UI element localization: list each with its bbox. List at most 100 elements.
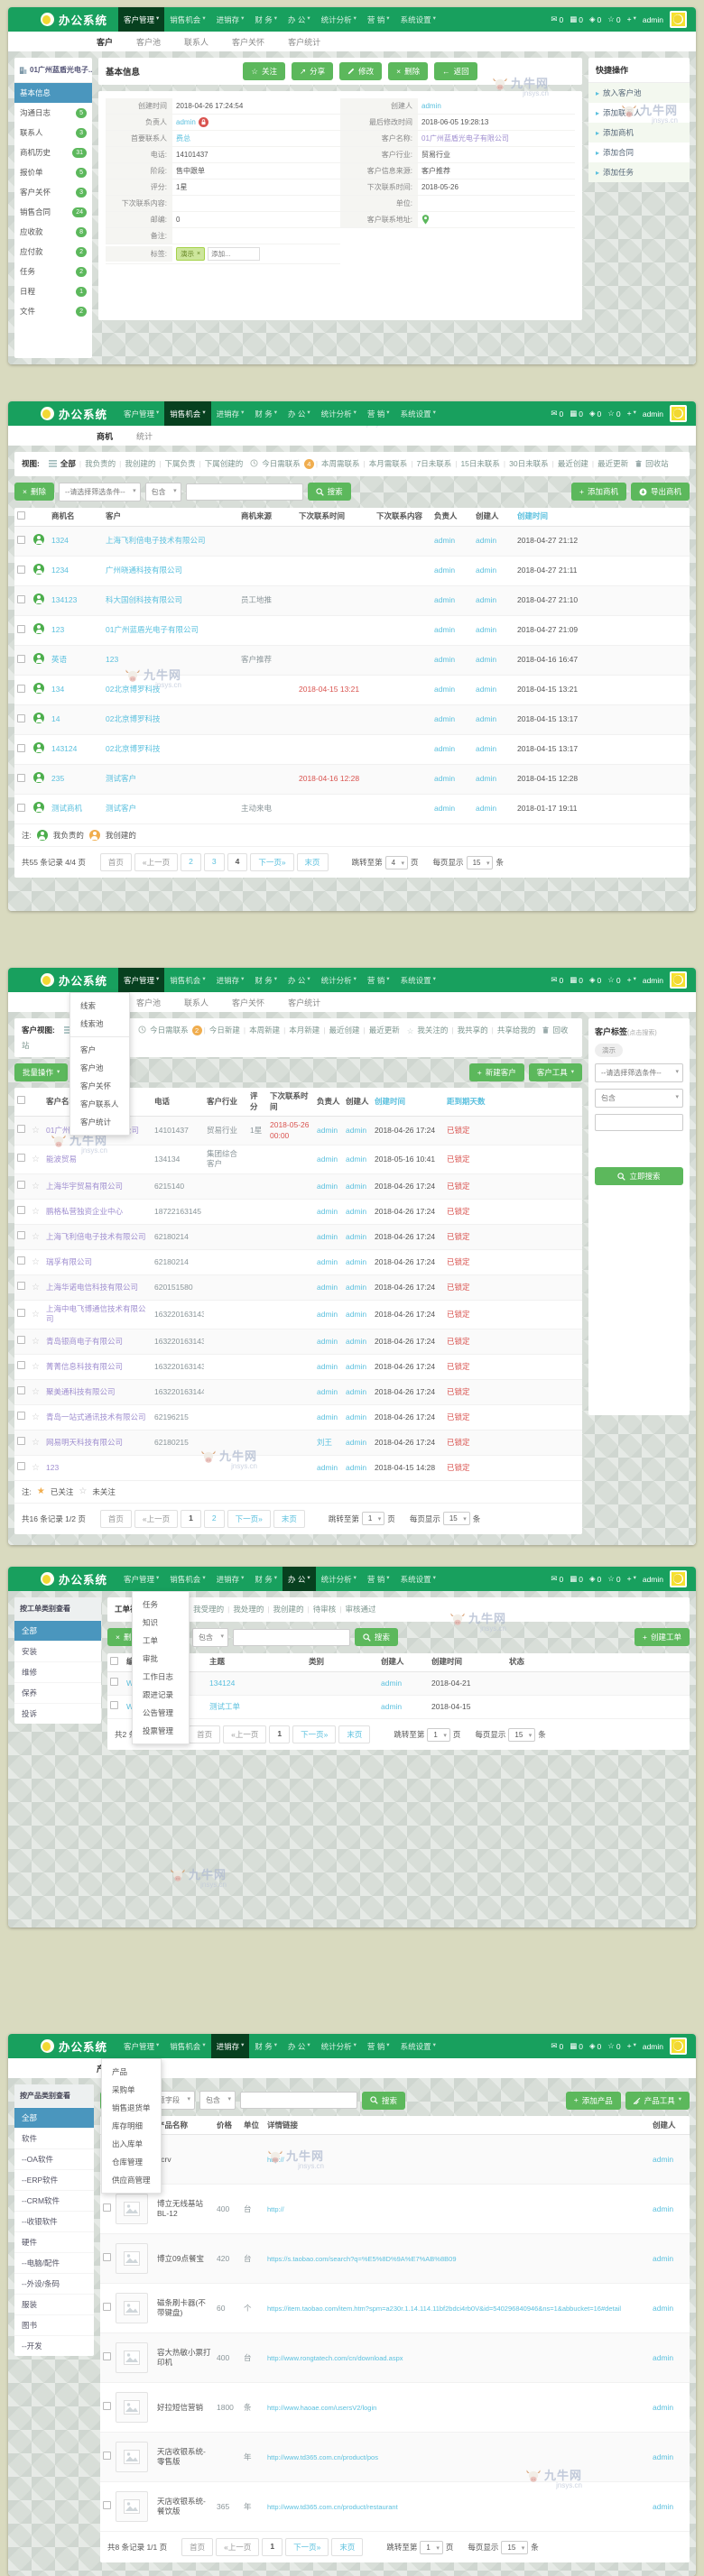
per-page-select[interactable]: 15 bbox=[501, 2541, 528, 2554]
cell-link[interactable]: 143124 bbox=[51, 744, 77, 753]
nav-item-7[interactable]: 系统设置▾ bbox=[395, 2034, 441, 2058]
cell-link[interactable]: admin bbox=[346, 1463, 366, 1472]
cell-link[interactable]: admin bbox=[346, 1412, 366, 1421]
add-button[interactable]: +添加产品 bbox=[566, 2092, 621, 2110]
category-item[interactable]: 保养 bbox=[14, 1682, 101, 1703]
view-link[interactable]: 我关注的 bbox=[415, 1026, 449, 1035]
nav-item-0[interactable]: 客户管理▾ bbox=[118, 2034, 164, 2058]
nav-item-3[interactable]: 财 务▾ bbox=[249, 1567, 283, 1591]
view-link[interactable]: 回收站 bbox=[644, 459, 671, 468]
page-number-button[interactable]: 3 bbox=[204, 853, 225, 871]
nav-item-5[interactable]: 统计分析▾ bbox=[316, 401, 362, 426]
nav-item-6[interactable]: 营 销▾ bbox=[362, 2034, 395, 2058]
row-checkbox[interactable] bbox=[103, 2253, 111, 2261]
cell-link[interactable]: admin bbox=[653, 2452, 673, 2461]
nav-item-5[interactable]: 统计分析▾ bbox=[316, 2034, 362, 2058]
row-checkbox[interactable] bbox=[17, 1125, 25, 1133]
nav-item-3[interactable]: 财 务▾ bbox=[249, 7, 283, 32]
dropdown-menu-item[interactable]: 销售退货单 bbox=[102, 2099, 161, 2117]
cell-link[interactable]: 英语 bbox=[51, 655, 67, 664]
status-mail[interactable]: ✉0 bbox=[551, 2042, 563, 2051]
add-menu[interactable]: +▾ bbox=[627, 1575, 636, 1583]
search-input[interactable] bbox=[186, 483, 303, 501]
dropdown-menu-item[interactable]: 客户 bbox=[70, 1041, 129, 1059]
cell-link[interactable]: admin bbox=[317, 1362, 338, 1371]
cell-link[interactable]: 235 bbox=[51, 774, 64, 783]
status-calendar[interactable]: ▦0 bbox=[570, 976, 583, 985]
view-link[interactable]: 30日未联系 bbox=[507, 459, 550, 468]
tag-chip[interactable]: 演示× bbox=[176, 247, 205, 261]
action-back-button[interactable]: ←返回 bbox=[434, 62, 477, 80]
status-calendar[interactable]: ▦0 bbox=[570, 15, 583, 24]
nav-item-1[interactable]: 销售机会▾ bbox=[164, 2034, 210, 2058]
next-page-button[interactable]: 下一页» bbox=[285, 2538, 329, 2556]
view-link[interactable]: 本周需联系 bbox=[320, 459, 362, 468]
subnav-item[interactable]: 商机 bbox=[97, 430, 113, 442]
filter-select[interactable]: 包含 bbox=[199, 2091, 236, 2110]
nav-item-4[interactable]: 办 公▾ bbox=[283, 1567, 316, 1591]
field-text[interactable]: 01广州蓝盾光电子有限公司 bbox=[421, 133, 509, 143]
dropdown-menu-item[interactable]: 工单 bbox=[133, 1632, 189, 1650]
cell-link[interactable]: admin bbox=[317, 1232, 338, 1241]
search-now-button[interactable]: 立即搜索 bbox=[595, 1167, 683, 1185]
cell-link[interactable]: admin bbox=[346, 1155, 366, 1164]
cell-link[interactable]: admin bbox=[476, 655, 496, 664]
row-checkbox[interactable] bbox=[17, 1309, 25, 1317]
cell-link[interactable]: 菁菁信息科技有限公司 bbox=[46, 1362, 123, 1371]
sidebar-item[interactable]: 报价单5 bbox=[14, 162, 92, 182]
jump-page-select[interactable]: 1 bbox=[427, 1728, 449, 1742]
dropdown-menu-item[interactable]: 知识 bbox=[133, 1614, 189, 1632]
view-link[interactable]: 今日需联系 bbox=[260, 459, 302, 468]
row-checkbox[interactable] bbox=[103, 2352, 111, 2360]
cell-link[interactable]: http:// bbox=[267, 2205, 284, 2213]
row-checkbox[interactable] bbox=[17, 1386, 25, 1394]
status-mail[interactable]: ✉0 bbox=[551, 1575, 563, 1584]
per-page-select[interactable]: 15 bbox=[508, 1728, 535, 1742]
filter-select[interactable]: 包含 bbox=[192, 1628, 228, 1647]
category-item[interactable]: 全部 bbox=[14, 2107, 94, 2128]
cell-link[interactable]: http://www.rongtatech.com/cn/download.as… bbox=[267, 2354, 403, 2362]
cell-link[interactable]: admin bbox=[346, 1207, 366, 1216]
cell-link[interactable]: admin bbox=[381, 1702, 402, 1711]
nav-item-0[interactable]: 客户管理▾ bbox=[118, 968, 164, 992]
cell-link[interactable]: admin bbox=[346, 1310, 366, 1319]
row-checkbox[interactable] bbox=[17, 714, 25, 722]
cell-link[interactable]: admin bbox=[476, 714, 496, 723]
sidebar-item[interactable]: 应付款2 bbox=[14, 242, 92, 262]
cell-link[interactable]: admin bbox=[653, 2254, 673, 2263]
search-button[interactable]: 搜索 bbox=[355, 1628, 398, 1646]
cell-link[interactable]: admin bbox=[317, 1337, 338, 1346]
nav-item-6[interactable]: 营 销▾ bbox=[362, 7, 395, 32]
nav-item-7[interactable]: 系统设置▾ bbox=[395, 401, 441, 426]
cell-link[interactable]: admin bbox=[476, 804, 496, 813]
subnav-item[interactable]: 客户统计 bbox=[288, 997, 320, 1008]
category-item[interactable]: 全部 bbox=[14, 1620, 101, 1641]
category-item[interactable]: 安装 bbox=[14, 1641, 101, 1661]
view-link[interactable]: 待审核 bbox=[311, 1605, 338, 1614]
category-item[interactable]: 维修 bbox=[14, 1661, 101, 1682]
dropdown-menu-item[interactable]: 客户联系人 bbox=[70, 1095, 129, 1113]
status-diamond[interactable]: ◈0 bbox=[589, 2042, 601, 2051]
view-link[interactable]: 我创建的 bbox=[123, 459, 157, 468]
add-button[interactable]: +新建客户 bbox=[469, 1063, 524, 1081]
cell-link[interactable]: 1324 bbox=[51, 536, 69, 545]
view-link[interactable]: 审核通过 bbox=[344, 1605, 378, 1614]
category-item[interactable]: --OA软件 bbox=[14, 2148, 94, 2169]
row-checkbox[interactable] bbox=[103, 2303, 111, 2311]
favorite-star-icon[interactable]: ☆ bbox=[32, 1126, 40, 1136]
cell-link[interactable]: admin bbox=[346, 1232, 366, 1241]
view-link[interactable]: 最近创建 bbox=[328, 1026, 362, 1035]
tag-search-input[interactable] bbox=[595, 1114, 683, 1131]
field-text[interactable]: admin bbox=[421, 102, 441, 110]
favorite-star-icon[interactable]: ☆ bbox=[32, 1362, 40, 1372]
cell-link[interactable]: 02北京博罗科技 bbox=[106, 685, 160, 694]
row-checkbox[interactable] bbox=[17, 1256, 25, 1265]
dropdown-menu-item[interactable]: 公告管理 bbox=[133, 1704, 189, 1722]
add-menu[interactable]: +▾ bbox=[627, 976, 636, 984]
cell-link[interactable]: 123 bbox=[51, 625, 64, 634]
last-page-button[interactable]: 末页 bbox=[297, 853, 329, 871]
subnav-item[interactable]: 客户 bbox=[97, 36, 113, 48]
favorite-star-icon[interactable]: ☆ bbox=[32, 1412, 40, 1422]
cell-link[interactable]: admin bbox=[346, 1283, 366, 1292]
cell-link[interactable]: 134 bbox=[51, 685, 64, 694]
